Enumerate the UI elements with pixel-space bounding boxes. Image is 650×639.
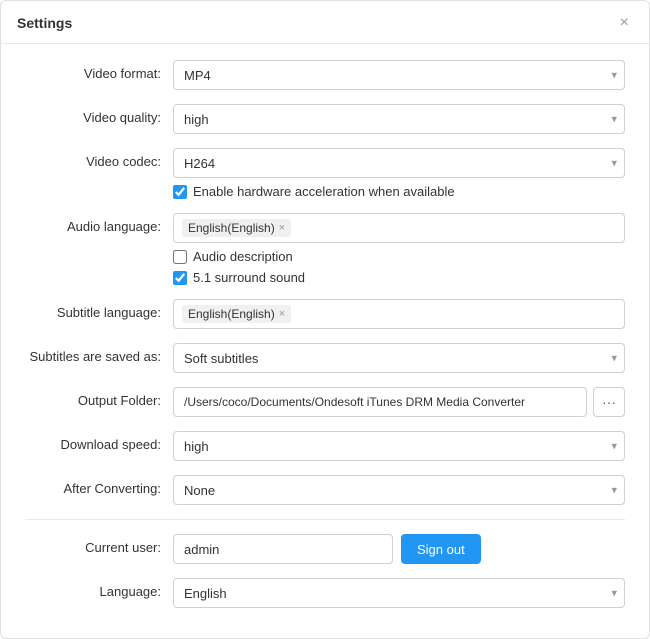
video-format-label: Video format:: [25, 60, 173, 81]
after-converting-label: After Converting:: [25, 475, 173, 496]
audio-language-control: English(English) × Audio description 5.1…: [173, 213, 625, 285]
download-speed-select[interactable]: high medium low: [173, 431, 625, 461]
video-codec-select[interactable]: H264 H265 VP9: [173, 148, 625, 178]
video-format-row: Video format: MP4 MOV MKV ▾: [25, 60, 625, 90]
subtitles-saved-as-label: Subtitles are saved as:: [25, 343, 173, 364]
audio-language-label: Audio language:: [25, 213, 173, 234]
output-folder-browse-button[interactable]: ···: [593, 387, 625, 417]
title-bar: Settings ×: [1, 1, 649, 44]
download-speed-control: high medium low ▾: [173, 431, 625, 461]
video-codec-select-wrapper: H264 H265 VP9 ▾: [173, 148, 625, 178]
subtitle-language-tag-input: English(English) ×: [173, 299, 625, 329]
subtitle-language-tag: English(English) ×: [182, 305, 291, 323]
audio-language-tag: English(English) ×: [182, 219, 291, 237]
output-folder-control: ···: [173, 387, 625, 417]
language-label: Language:: [25, 578, 173, 599]
section-divider: [25, 519, 625, 520]
surround-sound-checkbox[interactable]: [173, 271, 187, 285]
language-row: Language: English Chinese Japanese Frenc…: [25, 578, 625, 608]
subtitle-language-tag-close[interactable]: ×: [279, 309, 285, 320]
video-quality-control: high medium low ▾: [173, 104, 625, 134]
video-format-select-wrapper: MP4 MOV MKV ▾: [173, 60, 625, 90]
video-quality-select[interactable]: high medium low: [173, 104, 625, 134]
subtitles-saved-as-row: Subtitles are saved as: Soft subtitles H…: [25, 343, 625, 373]
download-speed-select-wrapper: high medium low ▾: [173, 431, 625, 461]
hardware-acceleration-label: Enable hardware acceleration when availa…: [193, 184, 455, 199]
audio-description-checkbox[interactable]: [173, 250, 187, 264]
current-user-control: Sign out: [173, 534, 625, 564]
audio-language-tag-text: English(English): [188, 221, 275, 235]
after-converting-select-wrapper: None Open folder Shut down ▾: [173, 475, 625, 505]
output-folder-row: Output Folder: ···: [25, 387, 625, 417]
language-select[interactable]: English Chinese Japanese French German: [173, 578, 625, 608]
sign-out-button[interactable]: Sign out: [401, 534, 481, 564]
surround-sound-row: 5.1 surround sound: [173, 270, 625, 285]
audio-description-label: Audio description: [193, 249, 293, 264]
subtitle-language-tag-text: English(English): [188, 307, 275, 321]
hardware-acceleration-row: Enable hardware acceleration when availa…: [173, 184, 625, 199]
hardware-acceleration-checkbox[interactable]: [173, 185, 187, 199]
video-quality-select-wrapper: high medium low ▾: [173, 104, 625, 134]
video-quality-row: Video quality: high medium low ▾: [25, 104, 625, 134]
output-folder-label: Output Folder:: [25, 387, 173, 408]
language-select-wrapper: English Chinese Japanese French German ▾: [173, 578, 625, 608]
current-user-input-group: Sign out: [173, 534, 625, 564]
subtitles-saved-as-select-wrapper: Soft subtitles Hard subtitles External S…: [173, 343, 625, 373]
language-control: English Chinese Japanese French German ▾: [173, 578, 625, 608]
subtitle-language-label: Subtitle language:: [25, 299, 173, 320]
video-codec-control: H264 H265 VP9 ▾ Enable hardware accelera…: [173, 148, 625, 199]
surround-sound-label: 5.1 surround sound: [193, 270, 305, 285]
subtitles-saved-as-select[interactable]: Soft subtitles Hard subtitles External S…: [173, 343, 625, 373]
output-folder-path-row: ···: [173, 387, 625, 417]
download-speed-label: Download speed:: [25, 431, 173, 452]
audio-language-row: Audio language: English(English) × Audio…: [25, 213, 625, 285]
current-user-row: Current user: Sign out: [25, 534, 625, 564]
settings-content: Video format: MP4 MOV MKV ▾ Video qualit…: [1, 44, 649, 638]
after-converting-control: None Open folder Shut down ▾: [173, 475, 625, 505]
download-speed-row: Download speed: high medium low ▾: [25, 431, 625, 461]
audio-language-tag-close[interactable]: ×: [279, 223, 285, 234]
video-codec-label: Video codec:: [25, 148, 173, 169]
close-button[interactable]: ×: [616, 13, 633, 33]
dialog-title: Settings: [17, 15, 72, 31]
settings-dialog: Settings × Video format: MP4 MOV MKV ▾ V…: [0, 0, 650, 639]
current-user-input[interactable]: [173, 534, 393, 564]
video-codec-row: Video codec: H264 H265 VP9 ▾ Enable hard…: [25, 148, 625, 199]
subtitle-language-control: English(English) ×: [173, 299, 625, 329]
video-format-select[interactable]: MP4 MOV MKV: [173, 60, 625, 90]
subtitle-language-row: Subtitle language: English(English) ×: [25, 299, 625, 329]
output-folder-input[interactable]: [173, 387, 587, 417]
after-converting-select[interactable]: None Open folder Shut down: [173, 475, 625, 505]
subtitles-saved-as-control: Soft subtitles Hard subtitles External S…: [173, 343, 625, 373]
current-user-label: Current user:: [25, 534, 173, 555]
after-converting-row: After Converting: None Open folder Shut …: [25, 475, 625, 505]
video-quality-label: Video quality:: [25, 104, 173, 125]
audio-description-row: Audio description: [173, 249, 625, 264]
video-format-control: MP4 MOV MKV ▾: [173, 60, 625, 90]
audio-language-tag-input: English(English) ×: [173, 213, 625, 243]
